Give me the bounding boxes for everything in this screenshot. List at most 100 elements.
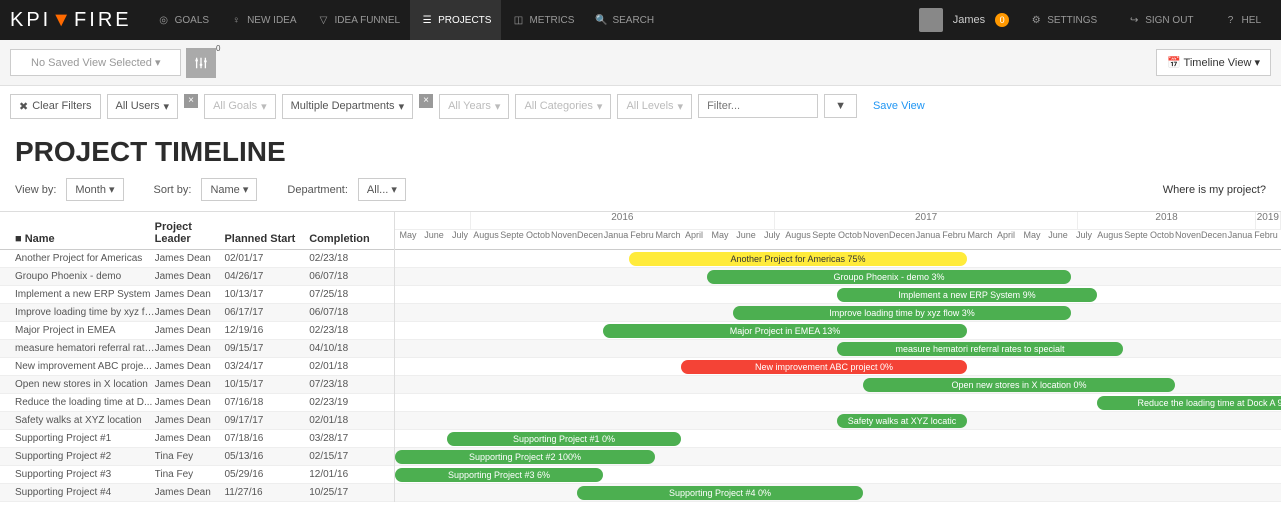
- where-is-project-link[interactable]: Where is my project?: [1163, 184, 1266, 196]
- filter-text-input[interactable]: [698, 94, 818, 118]
- filter-all-users[interactable]: All Users ▾: [107, 94, 179, 119]
- filter-all-years[interactable]: All Years ▾: [439, 94, 509, 119]
- saved-view-select[interactable]: No Saved View Selected ▾: [10, 49, 181, 76]
- table-row[interactable]: Supporting Project #2Tina Fey05/13/1602/…: [0, 448, 394, 466]
- month-label: June: [733, 230, 759, 249]
- year-label: 2017: [775, 212, 1079, 229]
- chevron-down-icon: ▾: [597, 100, 603, 113]
- header-hel[interactable]: ?HEL: [1214, 0, 1271, 40]
- month-label: May: [1019, 230, 1045, 249]
- filter-all-goals[interactable]: All Goals ▾: [204, 94, 276, 119]
- header-settings[interactable]: ⚙SETTINGS: [1019, 0, 1107, 40]
- gantt-row: measure hematori referral rates to speci…: [395, 340, 1281, 358]
- col-leader: Project Leader: [155, 221, 225, 245]
- timeline-view-button[interactable]: 📅 Timeline View ▾: [1156, 49, 1271, 76]
- table-row[interactable]: Another Project for AmericasJames Dean02…: [0, 250, 394, 268]
- department-label: Department:: [287, 184, 348, 196]
- gantt-row: Groupo Phoenix - demo 3%: [395, 268, 1281, 286]
- controls-row: View by: Month ▾ Sort by: Name ▾ Departm…: [0, 173, 1281, 211]
- table-row[interactable]: New improvement ABC proje...James Dean03…: [0, 358, 394, 376]
- month-label: Febru: [629, 230, 655, 249]
- remove-filter-icon[interactable]: ×: [184, 94, 198, 108]
- gantt-row: Supporting Project #4 0%: [395, 484, 1281, 502]
- month-label: July: [1071, 230, 1097, 249]
- table-row[interactable]: Reduce the loading time at D...James Dea…: [0, 394, 394, 412]
- table-row[interactable]: measure hematori referral rate...James D…: [0, 340, 394, 358]
- filter-all-categories[interactable]: All Categories ▾: [515, 94, 611, 119]
- nav-projects[interactable]: ☰PROJECTS: [410, 0, 501, 40]
- year-label: 2018: [1078, 212, 1255, 229]
- department-select[interactable]: All... ▾: [358, 178, 406, 201]
- month-label: Septe: [499, 230, 525, 249]
- table-row[interactable]: Supporting Project #1James Dean07/18/160…: [0, 430, 394, 448]
- table-row[interactable]: Major Project in EMEAJames Dean12/19/160…: [0, 322, 394, 340]
- clear-filters-button[interactable]: ✖ Clear Filters: [10, 94, 101, 119]
- filter-apply-button[interactable]: ▼: [824, 94, 857, 118]
- nav-goals[interactable]: ◎GOALS: [147, 0, 219, 40]
- gantt-bar[interactable]: Supporting Project #1 0%: [447, 432, 681, 446]
- save-view-link[interactable]: Save View: [873, 100, 925, 112]
- funnel-icon: ▽: [317, 13, 331, 27]
- month-label: Decen: [577, 230, 603, 249]
- view-by-select[interactable]: Month ▾: [66, 178, 123, 201]
- table-row[interactable]: Supporting Project #4James Dean11/27/161…: [0, 484, 394, 502]
- filter-all-levels[interactable]: All Levels ▾: [617, 94, 692, 119]
- gantt-bar[interactable]: Groupo Phoenix - demo 3%: [707, 270, 1071, 284]
- month-label: Septe: [1123, 230, 1149, 249]
- table-row[interactable]: Open new stores in X locationJames Dean1…: [0, 376, 394, 394]
- month-label: Janua: [1227, 230, 1253, 249]
- clear-icon: ✖: [19, 100, 28, 113]
- gantt-bar[interactable]: Supporting Project #2 100%: [395, 450, 655, 464]
- table-row[interactable]: Improve loading time by xyz fl...James D…: [0, 304, 394, 322]
- gantt-row: Supporting Project #3 6%: [395, 466, 1281, 484]
- table-row[interactable]: Implement a new ERP SystemJames Dean10/1…: [0, 286, 394, 304]
- month-label: Octob: [1149, 230, 1175, 249]
- month-label: March: [655, 230, 681, 249]
- view-settings-button[interactable]: 0: [186, 48, 216, 78]
- nav-new-idea[interactable]: ♀NEW IDEA: [219, 0, 306, 40]
- nav-metrics[interactable]: ◫METRICS: [501, 0, 584, 40]
- table-row[interactable]: Supporting Project #3Tina Fey05/29/1612/…: [0, 466, 394, 484]
- table-row[interactable]: Safety walks at XYZ locationJames Dean09…: [0, 412, 394, 430]
- projects-icon: ☰: [420, 13, 434, 27]
- table-row[interactable]: Groupo Phoenix - demoJames Dean04/26/170…: [0, 268, 394, 286]
- chevron-down-icon: ▾: [261, 100, 267, 113]
- gantt-row: Supporting Project #1 0%: [395, 430, 1281, 448]
- month-label: Decen: [1201, 230, 1227, 249]
- month-label: April: [681, 230, 707, 249]
- gantt-bar[interactable]: New improvement ABC project 0%: [681, 360, 967, 374]
- gantt-bar[interactable]: Supporting Project #4 0%: [577, 486, 863, 500]
- month-label: March: [967, 230, 993, 249]
- sort-by-select[interactable]: Name ▾: [201, 178, 257, 201]
- month-label: Noven: [551, 230, 577, 249]
- gantt-bar[interactable]: Supporting Project #3 6%: [395, 468, 603, 482]
- user-name[interactable]: James: [953, 14, 985, 26]
- chevron-down-icon: ▾: [155, 57, 161, 69]
- gantt-bar[interactable]: measure hematori referral rates to speci…: [837, 342, 1123, 356]
- calendar-icon: 📅: [1167, 57, 1181, 69]
- gantt-bar[interactable]: Improve loading time by xyz flow 3%: [733, 306, 1071, 320]
- month-label: Septe: [811, 230, 837, 249]
- month-label: June: [421, 230, 447, 249]
- gantt-bar[interactable]: Implement a new ERP System 9%: [837, 288, 1097, 302]
- gantt-bar[interactable]: Another Project for Americas 75%: [629, 252, 967, 266]
- caret-down-icon: ▾: [243, 184, 249, 196]
- bulb-icon: ♀: [229, 13, 243, 27]
- top-nav: KPI▼FIRE ◎GOALS♀NEW IDEA▽IDEA FUNNEL☰PRO…: [0, 0, 1281, 40]
- target-icon: ◎: [157, 13, 171, 27]
- nav-idea-funnel[interactable]: ▽IDEA FUNNEL: [307, 0, 411, 40]
- avatar[interactable]: [919, 8, 943, 32]
- notification-badge[interactable]: 0: [995, 13, 1009, 27]
- month-label: Augus: [785, 230, 811, 249]
- nav-search[interactable]: 🔍SEARCH: [584, 0, 664, 40]
- gantt-bar[interactable]: Reduce the loading time at Dock A 9%: [1097, 396, 1281, 410]
- gantt-bar[interactable]: Major Project in EMEA 13%: [603, 324, 967, 338]
- month-label: Janua: [603, 230, 629, 249]
- filter-multiple-departments[interactable]: Multiple Departments ▾: [282, 94, 413, 119]
- gantt-bar[interactable]: Open new stores in X location 0%: [863, 378, 1175, 392]
- remove-filter-icon[interactable]: ×: [419, 94, 433, 108]
- header-sign out[interactable]: ↪SIGN OUT: [1117, 0, 1203, 40]
- month-label: July: [759, 230, 785, 249]
- gantt-bar[interactable]: Safety walks at XYZ locatic: [837, 414, 967, 428]
- page-title: PROJECT TIMELINE: [15, 136, 1266, 168]
